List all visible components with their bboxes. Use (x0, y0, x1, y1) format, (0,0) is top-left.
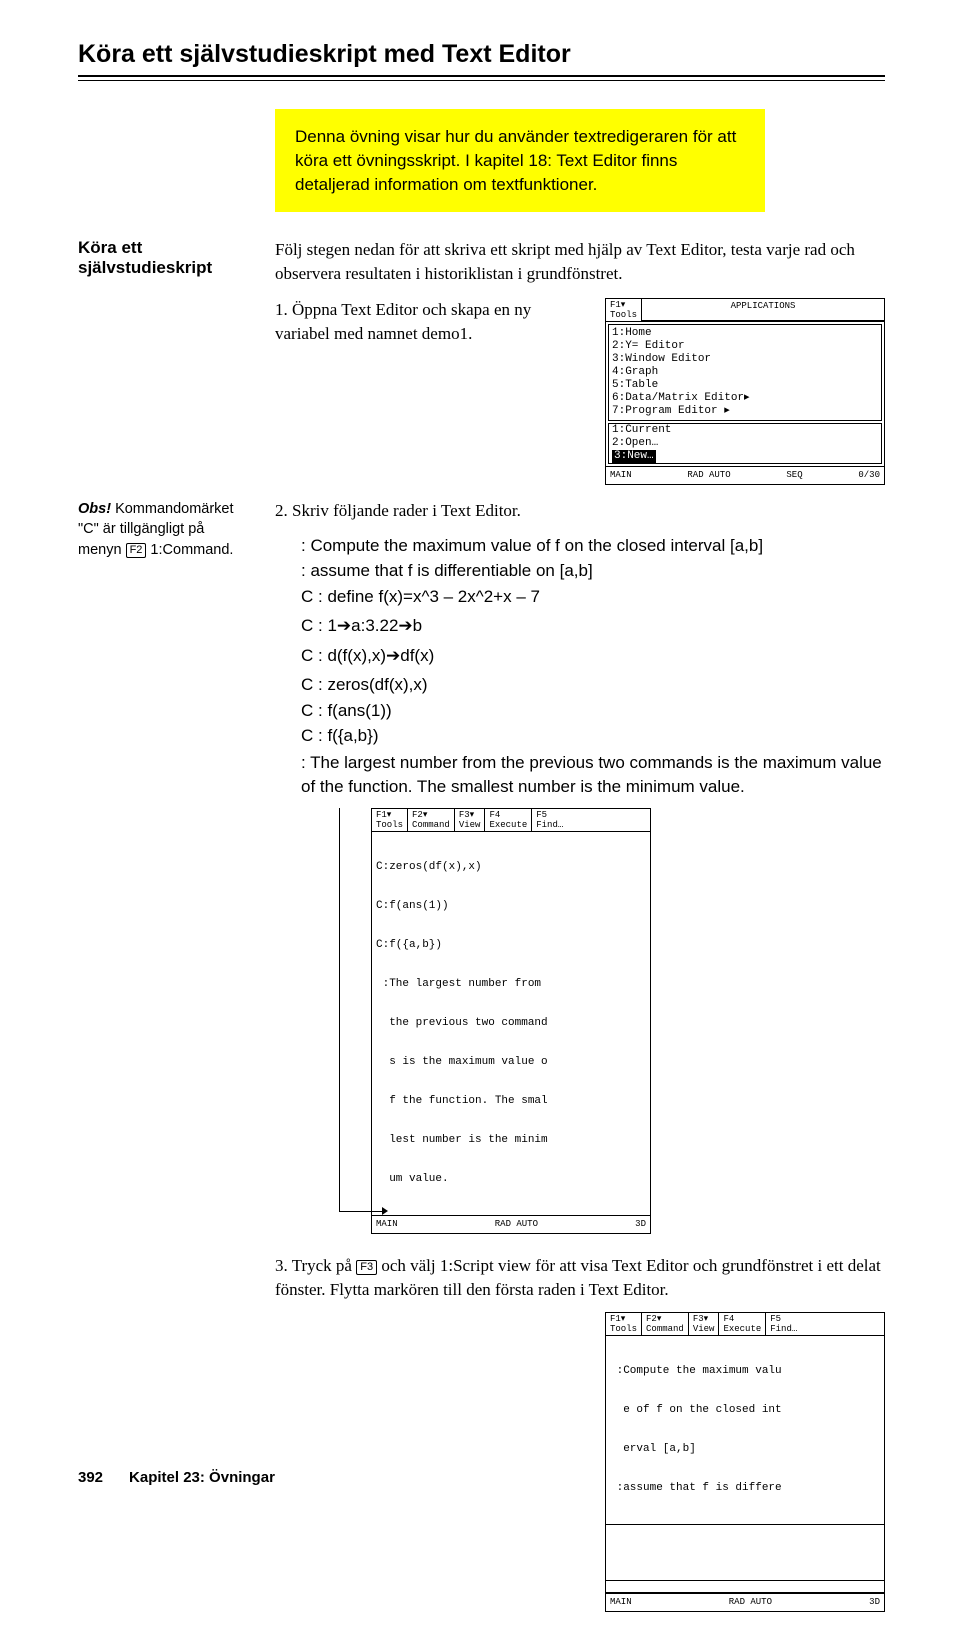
menu-tab: F5 Find… (532, 809, 567, 831)
app-item: 3:Window Editor (612, 353, 878, 366)
code-annotation: : The largest number from the previous t… (301, 751, 885, 799)
screen-line: :The largest number from (376, 978, 646, 991)
code-line: C : f(ans(1)) (301, 698, 885, 724)
menu-tab: F5 Find… (766, 1313, 801, 1335)
app-item: 6:Data/Matrix Editor▸ (612, 392, 878, 405)
code-block: : Compute the maximum value of f on the … (301, 533, 885, 610)
code-line: C : define f(x)=x^3 – 2x^2+x – 7 (301, 584, 885, 610)
status-mode: SEQ (786, 469, 802, 482)
app-item: 7:Program Editor ▸ (612, 405, 878, 418)
status-right: 3D (635, 1218, 646, 1231)
step-3: 3. Tryck på F3 och välj 1:Script view fö… (275, 1254, 885, 1302)
submenu-item: 2:Open… (612, 437, 878, 450)
code-line: : Compute the maximum value of f on the … (301, 533, 885, 559)
menu-tab: F3▾ View (455, 809, 486, 831)
app-item: 2:Y= Editor (612, 340, 878, 353)
screen-line: C:f({a,b}) (376, 939, 646, 952)
screen-line: f the function. The smal (376, 1095, 646, 1108)
screen-line: e of f on the closed int (610, 1404, 880, 1417)
intro-text: Denna övning visar hur du använder textr… (295, 125, 745, 196)
status-left: MAIN (610, 469, 632, 482)
screenshot-pointer-wrap: F1▾ Tools F2▾ Command F3▾ View F4 Execut… (301, 808, 885, 1234)
entry-line (606, 1581, 884, 1593)
code-line: C : 1➔a:3.22➔b (301, 613, 885, 639)
step-2: 2. Skriv följande rader i Text Editor. (275, 499, 885, 523)
menu-tab: F2▾ Command (642, 1313, 689, 1335)
screen-line: um value. (376, 1173, 646, 1186)
code-line: C : d(f(x),x)➔df(x) (301, 643, 885, 669)
lead-paragraph: Följ stegen nedan för att skriva ett skr… (275, 238, 885, 286)
menu-title: APPLICATIONS (642, 299, 884, 321)
menu-tab: F3▾ View (689, 1313, 720, 1335)
code-line: C : f({a,b}) (301, 723, 885, 749)
status-right: 3D (869, 1596, 880, 1609)
menu-tab-tools: F1▾ Tools (606, 299, 642, 321)
code-line: : assume that f is differentiable on [a,… (301, 558, 885, 584)
margin-note-tail: 1:Command. (146, 542, 233, 558)
screen-line: C:zeros(df(x),x) (376, 861, 646, 874)
step-1: 1. Öppna Text Editor och skapa en ny var… (275, 298, 589, 346)
margin-note-lead: Obs! (78, 501, 115, 517)
status-bar: MAIN RAD AUTO 3D (606, 1593, 884, 1611)
menu-tab: F1▾ Tools (606, 1313, 642, 1335)
menu-tab: F4 Execute (485, 809, 532, 831)
rule-thick (78, 75, 885, 77)
status-right: 0/30 (858, 469, 880, 482)
screen-line: s is the maximum value o (376, 1056, 646, 1069)
menu-tab: F2▾ Command (408, 809, 455, 831)
rule-thin (78, 80, 885, 81)
submenu-item-selected: 3:New… (612, 450, 656, 463)
chapter-label: Kapitel 23: Övningar (129, 1469, 275, 1486)
code-line: C : zeros(df(x),x) (301, 672, 885, 698)
calculator-screenshot-script: F1▾ Tools F2▾ Command F3▾ View F4 Execut… (371, 808, 651, 1234)
submenu-item: 1:Current (612, 424, 878, 437)
keycap-f3: F3 (356, 1260, 377, 1275)
app-item: 1:Home (612, 327, 878, 340)
screen-body-top: :Compute the maximum valu e of f on the … (606, 1336, 884, 1525)
screen-line: :Compute the maximum valu (610, 1365, 880, 1378)
calculator-screenshot-split-view: F1▾ Tools F2▾ Command F3▾ View F4 Execut… (605, 1312, 885, 1612)
screen-line: lest number is the minim (376, 1134, 646, 1147)
side-heading: Köra ett självstudieskript (78, 238, 245, 278)
screen-line: C:f(ans(1)) (376, 900, 646, 913)
status-mid: RAD AUTO (687, 469, 730, 482)
keycap-f2: F2 (126, 543, 147, 558)
code-block: C : 1➔a:3.22➔b (301, 613, 885, 639)
code-block: C : d(f(x),x)➔df(x) (301, 643, 885, 669)
menu-tab: F4 Execute (719, 1313, 766, 1335)
status-left: MAIN (376, 1218, 398, 1231)
submenu: 1:Current 2:Open… 3:New… (608, 423, 882, 464)
status-left: MAIN (610, 1596, 632, 1609)
menubar: F1▾ Tools F2▾ Command F3▾ View F4 Execut… (606, 1313, 884, 1336)
screen-line: the previous two command (376, 1017, 646, 1030)
menu-tab: F1▾ Tools (372, 809, 408, 831)
status-mid: RAD AUTO (729, 1596, 772, 1609)
calculator-screenshot-apps-menu: F1▾ Tools APPLICATIONS 1:Home 2:Y= Edito… (605, 298, 885, 485)
screenshot-wrap: F1▾ Tools F2▾ Command F3▾ View F4 Execut… (275, 1312, 885, 1612)
screen-line: :assume that f is differe (610, 1482, 880, 1495)
page-number: 392 (78, 1469, 103, 1486)
section-title: Köra ett självstudieskript med Text Edit… (78, 40, 885, 69)
status-bar: MAIN RAD AUTO 3D (372, 1215, 650, 1233)
code-block: C : zeros(df(x),x) C : f(ans(1)) C : f({… (301, 672, 885, 749)
intro-callout: Denna övning visar hur du använder textr… (275, 109, 765, 212)
app-item: 4:Graph (612, 366, 878, 379)
app-list: 1:Home 2:Y= Editor 3:Window Editor 4:Gra… (608, 324, 882, 421)
pointer-line (339, 808, 340, 1212)
margin-note: Obs! Kommandomärket "C" är tillgängligt … (78, 499, 245, 560)
status-mid: RAD AUTO (495, 1218, 538, 1231)
screen-body: C:zeros(df(x),x) C:f(ans(1)) C:f({a,b}) … (372, 832, 650, 1215)
page-footer: 392 Kapitel 23: Övningar (78, 1469, 275, 1486)
app-item: 5:Table (612, 379, 878, 392)
step-3-a: 3. Tryck på (275, 1256, 356, 1275)
screen-body-bottom (606, 1525, 884, 1581)
menubar: F1▾ Tools F2▾ Command F3▾ View F4 Execut… (372, 809, 650, 832)
screen-line: erval [a,b] (610, 1443, 880, 1456)
status-bar: MAIN RAD AUTO SEQ 0/30 (606, 466, 884, 484)
